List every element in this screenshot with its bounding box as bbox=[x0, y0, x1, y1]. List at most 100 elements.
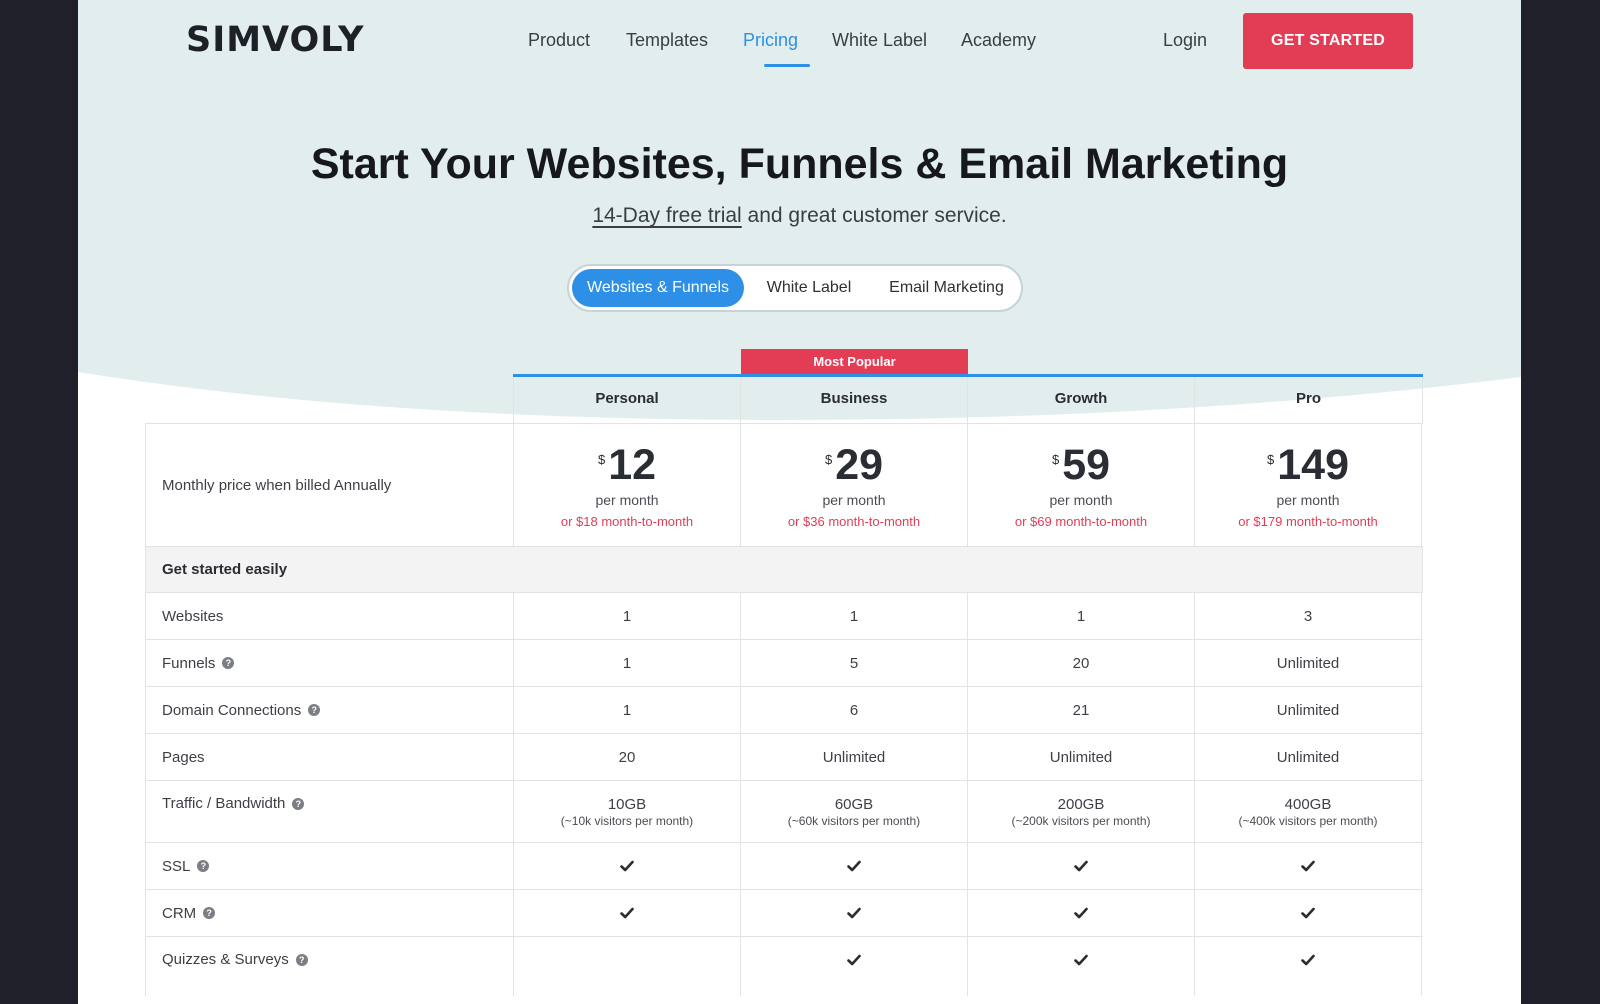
help-icon[interactable]: ? bbox=[292, 798, 305, 810]
nav-academy[interactable]: Academy bbox=[961, 30, 1036, 51]
plan-header-business: Business bbox=[740, 377, 968, 423]
feature-value: Unlimited bbox=[740, 734, 967, 780]
check-icon bbox=[1074, 954, 1088, 966]
feature-value: 1 bbox=[513, 640, 740, 686]
month-to-month-price: or $36 month-to-month bbox=[787, 513, 921, 529]
feature-label-text: SSL bbox=[162, 857, 191, 875]
nav-pricing[interactable]: Pricing bbox=[743, 30, 798, 51]
feature-value: 20 bbox=[967, 640, 1194, 686]
visitors-note: (~400k visitors per month) bbox=[1238, 813, 1378, 828]
toggle-white-label[interactable]: White Label bbox=[749, 269, 869, 307]
feature-value: Unlimited bbox=[1194, 687, 1422, 733]
section-row: Get started easily bbox=[145, 546, 1423, 592]
feature-label-text: Traffic / Bandwidth bbox=[162, 795, 286, 812]
pricing-page: SIMVOLY Product Templates Pricing White … bbox=[78, 0, 1521, 1004]
table-row: Quizzes & Surveys? bbox=[145, 936, 1423, 996]
feature-label: Traffic / Bandwidth? bbox=[145, 781, 513, 842]
feature-value: 20 bbox=[513, 734, 740, 780]
help-icon[interactable]: ? bbox=[197, 860, 210, 872]
hero-subtitle-rest: and great customer service. bbox=[741, 204, 1007, 227]
feature-value: 10GB (~10k visitors per month) bbox=[513, 781, 740, 842]
check-icon bbox=[620, 907, 634, 919]
table-row: Websites 1 1 1 3 bbox=[145, 592, 1423, 639]
feature-label: SSL? bbox=[145, 843, 513, 889]
nav-templates[interactable]: Templates bbox=[626, 30, 708, 51]
feature-value: 5 bbox=[740, 640, 967, 686]
month-to-month-price: or $179 month-to-month bbox=[1238, 513, 1378, 529]
table-row: Domain Connections? 1 6 21 Unlimited bbox=[145, 686, 1423, 733]
price-value: 29 bbox=[835, 440, 884, 489]
section-title: Get started easily bbox=[145, 547, 1423, 592]
free-trial-link[interactable]: 14-Day free trial bbox=[592, 204, 741, 227]
price-value: 149 bbox=[1277, 440, 1349, 489]
hero-title: Start Your Websites, Funnels & Email Mar… bbox=[310, 140, 1289, 188]
nav-white-label[interactable]: White Label bbox=[832, 30, 927, 51]
plan-header-pro: Pro bbox=[1194, 377, 1423, 423]
per-month-label: per month bbox=[822, 491, 886, 508]
check-icon bbox=[847, 860, 861, 872]
feature-value: 3 bbox=[1194, 593, 1422, 639]
price-pro: $149 per month or $179 month-to-month bbox=[1194, 424, 1422, 546]
check-icon bbox=[847, 954, 861, 966]
feature-value: 1 bbox=[967, 593, 1194, 639]
feature-label-text: Websites bbox=[162, 607, 224, 625]
currency-symbol: $ bbox=[597, 451, 606, 467]
price-row-label: Monthly price when billed Annually bbox=[145, 424, 513, 546]
help-icon[interactable]: ? bbox=[203, 907, 216, 919]
nav-product[interactable]: Product bbox=[528, 30, 590, 51]
feature-label-text: Domain Connections bbox=[162, 701, 302, 719]
feature-label: Funnels? bbox=[145, 640, 513, 686]
help-icon[interactable]: ? bbox=[295, 954, 308, 966]
feature-value: 1 bbox=[513, 593, 740, 639]
feature-check bbox=[967, 890, 1194, 936]
simvoly-logo[interactable]: SIMVOLY bbox=[186, 20, 364, 60]
pricing-table: Monthly price when billed Annually $12 p… bbox=[145, 423, 1423, 996]
help-icon[interactable]: ? bbox=[308, 704, 321, 716]
table-row: Funnels? 1 5 20 Unlimited bbox=[145, 639, 1423, 686]
feature-value: Unlimited bbox=[1194, 734, 1422, 780]
feature-label: Quizzes & Surveys? bbox=[145, 937, 513, 996]
month-to-month-price: or $18 month-to-month bbox=[560, 513, 694, 529]
feature-label: CRM? bbox=[145, 890, 513, 936]
get-started-button[interactable]: GET STARTED bbox=[1243, 13, 1413, 69]
feature-label: Pages bbox=[145, 734, 513, 780]
plan-header-growth: Growth bbox=[967, 377, 1195, 423]
price-value: 12 bbox=[608, 440, 657, 489]
feature-label-text: CRM bbox=[162, 904, 197, 922]
visitors-note: (~10k visitors per month) bbox=[560, 813, 694, 828]
check-icon bbox=[1301, 860, 1315, 872]
login-link[interactable]: Login bbox=[1163, 30, 1207, 51]
currency-symbol: $ bbox=[824, 451, 833, 467]
check-icon bbox=[620, 860, 634, 872]
table-row: Traffic / Bandwidth? 10GB (~10k visitors … bbox=[145, 780, 1423, 842]
toggle-websites-funnels[interactable]: Websites & Funnels bbox=[572, 269, 744, 307]
nav-active-underline bbox=[764, 64, 810, 67]
visitors-note: (~200k visitors per month) bbox=[1011, 813, 1151, 828]
feature-label-text: Funnels bbox=[162, 654, 216, 672]
feature-check bbox=[740, 937, 967, 996]
toggle-email-marketing[interactable]: Email Marketing bbox=[874, 269, 1019, 307]
feature-label-text: Pages bbox=[162, 748, 205, 766]
currency-symbol: $ bbox=[1267, 451, 1275, 467]
per-month-label: per month bbox=[1049, 491, 1113, 508]
feature-value: Unlimited bbox=[967, 734, 1194, 780]
feature-check-empty bbox=[513, 937, 740, 996]
check-icon bbox=[1074, 860, 1088, 872]
feature-label: Websites bbox=[145, 593, 513, 639]
table-row: CRM? bbox=[145, 889, 1423, 936]
feature-check bbox=[1194, 937, 1422, 996]
table-row: Pages 20 Unlimited Unlimited Unlimited bbox=[145, 733, 1423, 780]
bandwidth-value: 200GB bbox=[1057, 795, 1105, 813]
help-icon[interactable]: ? bbox=[222, 657, 235, 669]
feature-label-text: Quizzes & Surveys bbox=[162, 951, 289, 968]
feature-check bbox=[740, 890, 967, 936]
feature-check bbox=[967, 937, 1194, 996]
plan-header-personal: Personal bbox=[513, 377, 741, 423]
feature-value: Unlimited bbox=[1194, 640, 1422, 686]
feature-value: 60GB (~60k visitors per month) bbox=[740, 781, 967, 842]
feature-check bbox=[1194, 890, 1422, 936]
feature-label: Domain Connections? bbox=[145, 687, 513, 733]
bandwidth-value: 10GB bbox=[607, 795, 647, 813]
month-to-month-price: or $69 month-to-month bbox=[1014, 513, 1148, 529]
price-personal: $12 per month or $18 month-to-month bbox=[513, 424, 740, 546]
